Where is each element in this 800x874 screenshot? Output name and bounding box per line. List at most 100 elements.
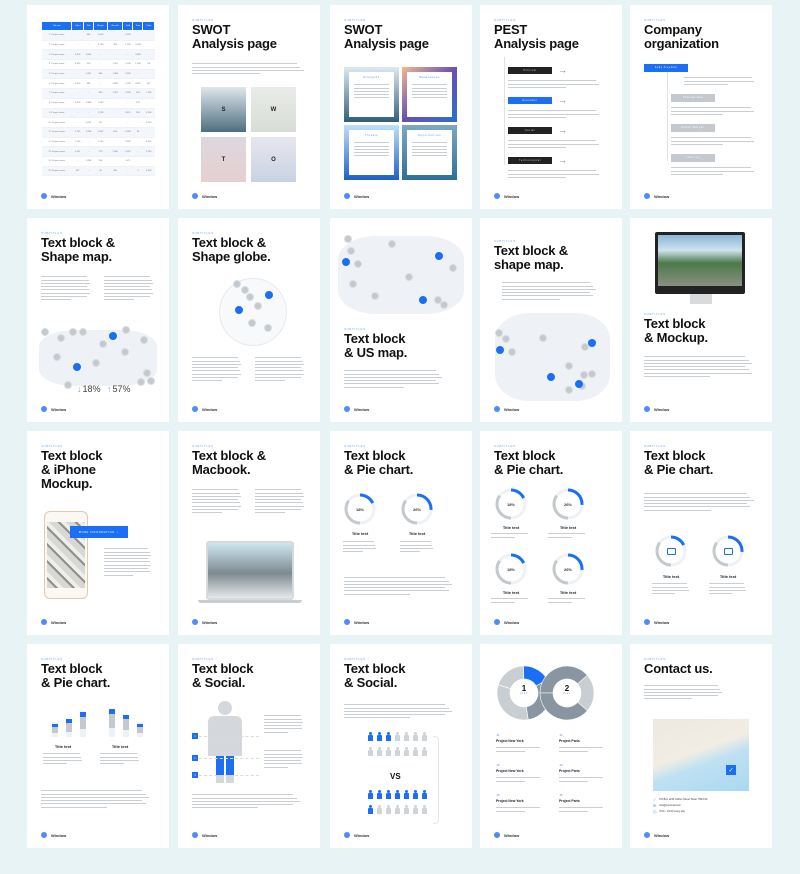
map-marker[interactable] xyxy=(57,334,65,342)
slide-contact[interactable]: Subtitles Contact us. ✓ ✓ PO Box 1234 Collin… xyxy=(630,644,772,848)
slide-us-map[interactable]: Subtitles Text block & US map. Window xyxy=(330,218,472,422)
map-marker[interactable] xyxy=(539,334,547,342)
map-marker[interactable] xyxy=(140,336,148,344)
map-marker[interactable] xyxy=(254,302,262,310)
map-marker[interactable] xyxy=(122,326,130,334)
map-marker[interactable] xyxy=(69,328,77,336)
text-line xyxy=(192,509,238,511)
map-marker[interactable] xyxy=(147,377,155,385)
column-header[interactable]: Title xyxy=(82,21,95,31)
map-marker[interactable] xyxy=(143,369,151,377)
location-map[interactable] xyxy=(653,719,749,791)
map-marker[interactable] xyxy=(347,247,355,255)
column-header[interactable]: Code xyxy=(142,21,155,31)
map-pin-check-icon[interactable]: ✓ xyxy=(726,765,736,775)
slide-china-map[interactable]: Subtitles Text block & shape map. Window xyxy=(480,218,622,422)
org-node[interactable]: Andy Freeman xyxy=(644,64,688,72)
map-marker[interactable] xyxy=(99,340,107,348)
swot-photo: T xyxy=(201,137,246,182)
slide-title: Text block & US map. xyxy=(344,331,408,360)
map-marker[interactable] xyxy=(565,362,573,370)
org-node[interactable]: Lucy Lee xyxy=(671,154,715,162)
map-marker[interactable] xyxy=(121,348,129,356)
map-marker-active[interactable] xyxy=(588,339,596,347)
slide-pest[interactable]: Subtitles PEST Analysis page Political → Eco… xyxy=(480,5,622,209)
column-header[interactable]: Label xyxy=(71,21,84,31)
slide-world-map[interactable]: Subtitles Text block & Shape map. ↓ 18% ↑ 57%… xyxy=(27,218,169,422)
slide-pie4[interactable]: Subtitles Text block & Pie chart. 18% Title… xyxy=(480,431,622,635)
slide-social-person[interactable]: Subtitles Text block & Social. 1 2 3 Window xyxy=(178,644,320,848)
slide-macbook[interactable]: Subtitles Text block & Macbook. Window xyxy=(178,431,320,635)
map-marker[interactable] xyxy=(405,273,413,281)
map-marker-active[interactable] xyxy=(73,363,81,371)
map-marker[interactable] xyxy=(137,378,145,386)
slide-swot-photos[interactable]: Subtitles SWOT Analysis page S W T O Window xyxy=(178,5,320,209)
map-marker[interactable] xyxy=(53,353,61,361)
org-node[interactable]: Position One xyxy=(671,94,715,102)
map-marker[interactable] xyxy=(64,381,72,389)
map-marker-active[interactable] xyxy=(265,291,273,299)
text-line xyxy=(264,760,301,762)
person-body xyxy=(422,793,427,799)
slide-bars[interactable]: Subtitles Text block & Pie chart. Title te… xyxy=(27,644,169,848)
person-legs xyxy=(208,756,242,783)
map-marker[interactable] xyxy=(508,348,516,356)
slide-iphone[interactable]: Subtitles Text block & iPhone Mockup. More… xyxy=(27,431,169,635)
map-marker-active[interactable] xyxy=(496,346,504,354)
map-marker[interactable] xyxy=(371,292,379,300)
project-title: Project New York xyxy=(496,769,524,773)
contact-row: ◷ 8:00 – 19:00 every day xyxy=(653,809,685,814)
map-marker[interactable] xyxy=(248,319,256,327)
column-header[interactable]: Margin xyxy=(93,21,109,31)
text-line xyxy=(491,598,528,600)
donut-label: 26% xyxy=(412,506,421,512)
globe xyxy=(219,278,287,346)
slide-steps[interactable]: 1 Step 2 Step .01 Project New York .02 Project … xyxy=(480,644,622,848)
map-marker-active[interactable] xyxy=(109,332,117,340)
map-marker[interactable] xyxy=(246,293,254,301)
slide-swot-cards[interactable]: Subtitles SWOT Analysis page Strengths Weak… xyxy=(330,5,472,209)
map-marker[interactable] xyxy=(565,386,573,394)
map-marker[interactable] xyxy=(502,335,510,343)
map-marker[interactable] xyxy=(79,328,87,336)
slide-pie-icons[interactable]: Subtitles Text block & Pie chart. Title te… xyxy=(630,431,772,635)
map-marker[interactable] xyxy=(449,264,457,272)
slide-table[interactable]: Title text Label Title Margin Results Sold Sum… xyxy=(27,5,169,209)
table-cell: 4,290 xyxy=(142,108,155,119)
column-header[interactable]: Sold xyxy=(122,21,134,31)
slide-pie2[interactable]: Subtitles Text block & Pie chart. 18% Title… xyxy=(330,431,472,635)
map-marker-active[interactable] xyxy=(575,380,583,388)
map-marker[interactable] xyxy=(344,235,352,243)
brand-name: Window xyxy=(654,832,670,838)
map-marker[interactable] xyxy=(354,260,362,268)
map-marker-active[interactable] xyxy=(235,306,243,314)
project-title: Project New York xyxy=(496,799,524,803)
map-marker[interactable] xyxy=(349,280,357,288)
text-line xyxy=(644,499,754,501)
map-marker-active[interactable] xyxy=(435,252,443,260)
column-header[interactable]: Results xyxy=(107,21,124,31)
slide-globe[interactable]: Subtitles Text block & Shape globe. Window xyxy=(178,218,320,422)
map-marker[interactable] xyxy=(264,324,272,332)
map-marker[interactable] xyxy=(388,240,396,248)
map-marker-active[interactable] xyxy=(342,258,350,266)
org-node[interactable]: Robert Morgan xyxy=(671,124,715,132)
person-icon xyxy=(368,790,373,799)
column-header[interactable]: Title text xyxy=(40,21,73,31)
map-marker[interactable] xyxy=(580,371,588,379)
column-header[interactable]: Sum xyxy=(132,21,144,31)
slide-social-vs[interactable]: Subtitles Text block & Social. VS Window xyxy=(330,644,472,848)
text-line xyxy=(43,759,83,761)
more-info-button[interactable]: More information → xyxy=(70,526,128,538)
map-marker[interactable] xyxy=(588,370,596,378)
map-marker[interactable] xyxy=(440,301,448,309)
stat-value: 18% xyxy=(82,384,101,394)
map-marker-active[interactable] xyxy=(419,296,427,304)
map-marker[interactable] xyxy=(233,280,241,288)
slide-mockup[interactable]: Subtitles Text block & Mockup. Window xyxy=(630,218,772,422)
map-marker-active[interactable] xyxy=(547,373,555,381)
slide-org[interactable]: Subtitles Company organization Andy Freema… xyxy=(630,5,772,209)
text-line xyxy=(412,155,447,157)
map-marker[interactable] xyxy=(41,328,49,336)
map-marker[interactable] xyxy=(92,359,100,367)
